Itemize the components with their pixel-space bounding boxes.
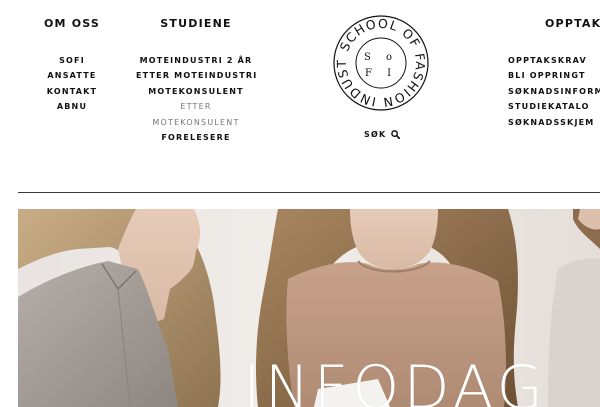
svg-text:F I: F I [365, 68, 397, 79]
nav-link-motekonsulent[interactable]: MOTEKONSULENT [136, 84, 256, 99]
nav-column-opptak: OPPTAK OPPTAKSKRAV BLI OPPRINGT SØKNADSI… [498, 17, 600, 130]
school-logo[interactable]: SCHOOL OF FASHION INDUSTRY S o F I [321, 0, 436, 118]
hero-title: INFODAG [243, 353, 547, 407]
logo-seal-icon: SCHOOL OF FASHION INDUSTRY S o F I [321, 0, 429, 111]
svg-text:S o: S o [364, 52, 398, 63]
nav-link-kontakt[interactable]: KONTAKT [40, 84, 104, 99]
search-label: SØK [364, 130, 387, 139]
nav-link-moteindustri-2-ar[interactable]: MOTEINDUSTRI 2 ÅR [136, 53, 256, 68]
nav-link-opptakskrav[interactable]: OPPTAKSKRAV [498, 53, 600, 68]
nav-link-forelesere[interactable]: FORELESERE [136, 130, 256, 145]
nav-link-etter-motekonsulent-line1[interactable]: ETTER [136, 99, 256, 114]
nav-column-om-oss: OM OSS SOFI ANSATTE KONTAKT ABNU [40, 17, 104, 115]
search-button[interactable]: SØK [364, 130, 401, 139]
nav-link-studiekatalog[interactable]: STUDIEKATALO [498, 99, 600, 114]
nav-link-bli-oppringt[interactable]: BLI OPPRINGT [498, 68, 600, 83]
nav-heading-studiene[interactable]: STUDIENE [136, 17, 256, 31]
hero-banner[interactable]: INFODAG [18, 209, 600, 407]
nav-link-etter-moteindustri[interactable]: ETTER MOTEINDUSTRI [136, 68, 256, 83]
nav-link-soknadsskjema[interactable]: SØKNADSSKJEM [498, 115, 600, 130]
nav-list-studiene: MOTEINDUSTRI 2 ÅR ETTER MOTEINDUSTRI MOT… [136, 53, 256, 145]
header-divider [18, 192, 600, 193]
nav-link-sofi[interactable]: SOFI [40, 53, 104, 68]
nav-list-opptak: OPPTAKSKRAV BLI OPPRINGT SØKNADSINFORMA … [498, 53, 600, 130]
nav-column-studiene: STUDIENE MOTEINDUSTRI 2 ÅR ETTER MOTEIND… [136, 17, 256, 145]
nav-link-ansatte[interactable]: ANSATTE [40, 68, 104, 83]
nav-link-abnu[interactable]: ABNU [40, 99, 104, 114]
nav-link-soknadsinformasjon[interactable]: SØKNADSINFORMA [498, 84, 600, 99]
nav-heading-opptak[interactable]: OPPTAK [498, 17, 600, 31]
nav-list-om-oss: SOFI ANSATTE KONTAKT ABNU [40, 53, 104, 115]
search-icon [391, 130, 401, 139]
nav-heading-om-oss[interactable]: OM OSS [40, 17, 104, 31]
nav-link-etter-motekonsulent-line2[interactable]: MOTEKONSULENT [136, 115, 256, 130]
